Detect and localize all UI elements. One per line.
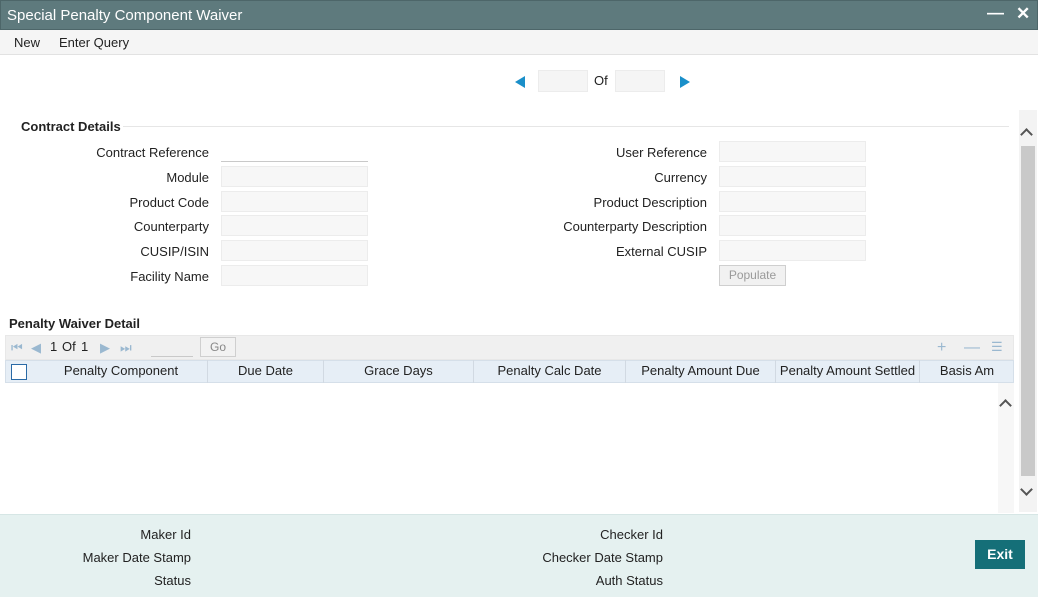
external-cusip-field — [719, 240, 866, 261]
status-label: Status — [154, 573, 191, 588]
menu-enter-query[interactable]: Enter Query — [59, 35, 129, 50]
column-penalty-component[interactable]: Penalty Component — [35, 360, 208, 383]
cusip-isin-field — [221, 240, 368, 261]
go-button[interactable]: Go — [200, 337, 236, 357]
close-icon[interactable]: ✕ — [1016, 4, 1030, 24]
total-records-field — [615, 70, 665, 92]
next-page-icon[interactable]: ▶ — [100, 340, 110, 356]
vertical-scrollbar[interactable] — [1019, 110, 1037, 512]
grid-of-label: Of — [62, 339, 76, 354]
product-code-label: Product Code — [129, 195, 210, 210]
counterparty-field — [221, 215, 368, 236]
currency-label: Currency — [654, 170, 707, 185]
prev-page-icon[interactable]: ◀ — [31, 340, 41, 356]
contract-details-title: Contract Details — [21, 119, 121, 134]
add-row-icon[interactable]: + — [937, 339, 946, 357]
external-cusip-label: External CUSIP — [615, 244, 707, 259]
maker-date-stamp-label: Maker Date Stamp — [82, 550, 191, 565]
cusip-isin-label: CUSIP/ISIN — [140, 244, 209, 259]
counterparty-description-field — [719, 215, 866, 236]
select-all-checkbox[interactable] — [11, 364, 27, 380]
product-description-field — [719, 191, 866, 212]
checker-date-stamp-label: Checker Date Stamp — [542, 550, 663, 565]
facility-name-field — [221, 265, 368, 286]
menubar: New Enter Query — [0, 30, 1038, 55]
column-due-date[interactable]: Due Date — [208, 360, 324, 383]
previous-record-icon[interactable] — [515, 76, 525, 88]
window-title: Special Penalty Component Waiver — [7, 7, 243, 24]
current-record-field[interactable] — [538, 70, 588, 92]
list-view-icon[interactable]: ☰ — [991, 339, 1003, 355]
menu-new[interactable]: New — [14, 35, 40, 50]
contract-reference-input[interactable] — [221, 141, 368, 162]
column-basis-amount[interactable]: Basis Am — [920, 360, 1014, 383]
checker-id-label: Checker Id — [600, 527, 663, 542]
scrollbar-thumb[interactable] — [1021, 146, 1035, 476]
module-field — [221, 166, 368, 187]
penalty-waiver-detail-title: Penalty Waiver Detail — [9, 316, 141, 331]
column-penalty-amount-settled[interactable]: Penalty Amount Settled — [776, 360, 920, 383]
currency-field — [719, 166, 866, 187]
product-description-label: Product Description — [593, 195, 707, 210]
grid-body — [5, 383, 998, 513]
user-reference-field — [719, 141, 866, 162]
first-page-icon[interactable]: ⏮ — [11, 340, 23, 356]
grid-total-pages: 1 — [81, 339, 89, 354]
exit-button[interactable]: Exit — [975, 540, 1025, 569]
counterparty-label: Counterparty — [133, 219, 209, 234]
delete-row-icon[interactable]: — — [964, 339, 980, 357]
maker-id-label: Maker Id — [140, 527, 191, 542]
pager-of-label: Of — [594, 73, 608, 88]
column-penalty-calc-date[interactable]: Penalty Calc Date — [474, 360, 626, 383]
minimize-icon[interactable]: — — [987, 3, 1004, 23]
facility-name-label: Facility Name — [130, 269, 209, 284]
page-number-input[interactable] — [151, 337, 193, 357]
column-penalty-amount-due[interactable]: Penalty Amount Due — [626, 360, 776, 383]
section-divider — [123, 126, 1009, 127]
user-reference-label: User Reference — [615, 145, 707, 160]
module-label: Module — [166, 170, 209, 185]
auth-status-label: Auth Status — [595, 573, 663, 588]
next-record-icon[interactable] — [680, 76, 690, 88]
counterparty-description-label: Counterparty Description — [563, 219, 707, 234]
grid-current-page: 1 — [50, 339, 58, 354]
product-code-field — [221, 191, 368, 212]
column-grace-days[interactable]: Grace Days — [324, 360, 474, 383]
window-titlebar: Special Penalty Component Waiver — ✕ — [0, 0, 1038, 30]
last-page-icon[interactable]: ⏭ — [120, 340, 132, 356]
populate-button[interactable]: Populate — [719, 265, 786, 286]
contract-reference-label: Contract Reference — [96, 145, 209, 160]
